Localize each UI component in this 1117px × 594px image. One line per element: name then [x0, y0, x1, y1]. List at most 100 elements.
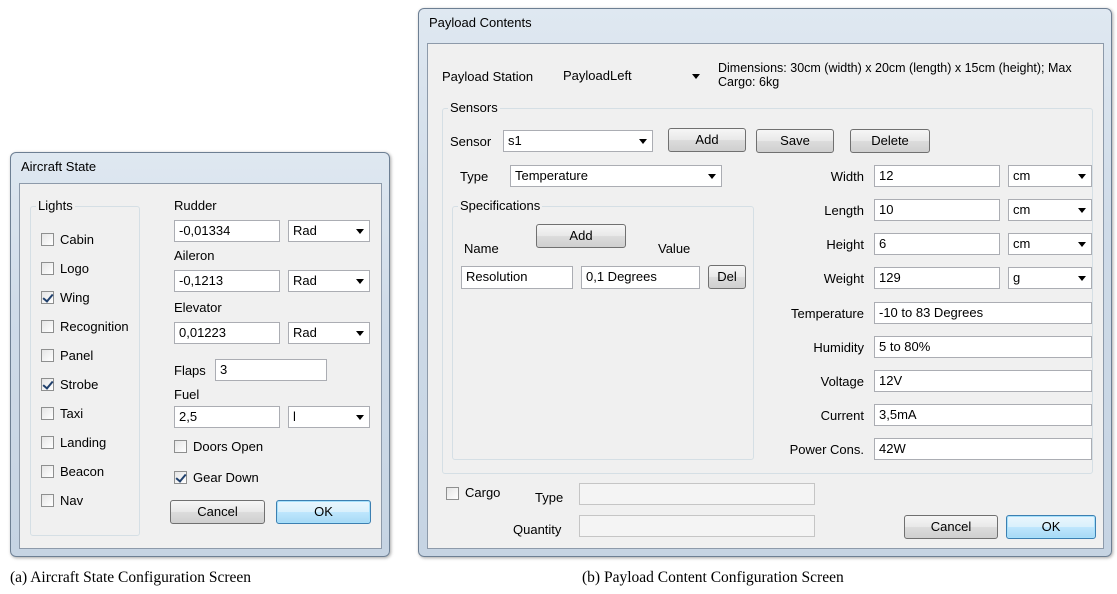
- payload-station-select[interactable]: PayloadLeft: [558, 65, 706, 87]
- light-recognition-label: Recognition: [60, 319, 129, 334]
- sensors-group-label: Sensors: [448, 100, 500, 115]
- height-input[interactable]: 6: [874, 233, 1000, 255]
- elevator-unit-select[interactable]: Rad: [288, 322, 370, 344]
- light-cabin-checkbox[interactable]: [41, 233, 54, 246]
- temperature-label: Temperature: [791, 306, 864, 321]
- payload-station-value: PayloadLeft: [563, 68, 632, 83]
- type-select[interactable]: Temperature: [510, 165, 722, 187]
- width-unit-value: cm: [1013, 168, 1031, 183]
- cargo-quantity-label: Quantity: [513, 522, 562, 537]
- light-beacon-checkbox[interactable]: [41, 465, 54, 478]
- fuel-unit-value: l: [293, 409, 296, 424]
- light-panel-checkbox[interactable]: [41, 349, 54, 362]
- sensor-label: Sensor: [450, 134, 492, 149]
- height-unit-select[interactable]: cm: [1008, 233, 1092, 255]
- chevron-down-icon: [356, 229, 364, 234]
- rudder-input[interactable]: -0,01334: [174, 220, 280, 242]
- elevator-unit-value: Rad: [293, 325, 317, 340]
- aileron-unit-select[interactable]: Rad: [288, 270, 370, 292]
- flaps-label: Flaps: [174, 363, 206, 378]
- voltage-label: Voltage: [820, 374, 864, 389]
- width-unit-select[interactable]: cm: [1008, 165, 1092, 187]
- chevron-down-icon: [639, 139, 647, 144]
- length-unit-select[interactable]: cm: [1008, 199, 1092, 221]
- aileron-label: Aileron: [174, 248, 215, 263]
- spec-name-header: Name: [464, 241, 499, 256]
- type-label: Type: [460, 169, 489, 184]
- type-value: Temperature: [515, 168, 588, 183]
- light-recognition-checkbox[interactable]: [41, 320, 54, 333]
- rudder-unit-select[interactable]: Rad: [288, 220, 370, 242]
- chevron-down-icon: [692, 74, 700, 79]
- window-title: Aircraft State: [21, 159, 97, 174]
- cargo-type-label: Type: [535, 490, 564, 505]
- height-label: Height: [826, 237, 864, 252]
- cargo-type-input[interactable]: [579, 483, 815, 505]
- power-cons-input[interactable]: 42W: [874, 438, 1092, 460]
- sensor-select[interactable]: s1: [503, 130, 653, 152]
- spec-value-header: Value: [658, 241, 691, 256]
- light-strobe-checkbox[interactable]: [41, 378, 54, 391]
- doors-open-checkbox[interactable]: [174, 440, 187, 453]
- cargo-quantity-input[interactable]: [579, 515, 815, 537]
- aircraft-state-window: Aircraft State Lights Cabin Logo Wing Recog…: [10, 152, 390, 557]
- width-label: Width: [830, 169, 864, 184]
- weight-input[interactable]: 129: [874, 267, 1000, 289]
- cancel-button[interactable]: Cancel: [904, 515, 998, 539]
- light-taxi-label: Taxi: [60, 406, 84, 421]
- payload-contents-client: Payload Station PayloadLeft Dimensions: …: [427, 43, 1104, 549]
- rudder-unit-value: Rad: [293, 223, 317, 238]
- length-input[interactable]: 10: [874, 199, 1000, 221]
- light-cabin-label: Cabin: [60, 232, 94, 247]
- temperature-input[interactable]: -10 to 83 Degrees: [874, 302, 1092, 324]
- light-landing-checkbox[interactable]: [41, 436, 54, 449]
- caption-b: (b) Payload Content Configuration Screen: [582, 569, 844, 586]
- fuel-unit-select[interactable]: l: [288, 406, 370, 428]
- payload-station-label: Payload Station: [442, 69, 534, 84]
- spec-value-input[interactable]: 0,1 Degrees: [581, 266, 700, 289]
- power-cons-label: Power Cons.: [789, 442, 864, 457]
- current-label: Current: [820, 408, 864, 423]
- elevator-input[interactable]: 0,01223: [174, 322, 280, 344]
- save-button[interactable]: Save: [756, 129, 834, 153]
- light-wing-checkbox[interactable]: [41, 291, 54, 304]
- humidity-label: Humidity: [813, 340, 864, 355]
- payload-contents-window: Payload Contents Payload Station Payload…: [418, 8, 1112, 557]
- add-specification-button[interactable]: Add: [536, 224, 626, 248]
- lights-group: [30, 206, 140, 536]
- light-nav-checkbox[interactable]: [41, 494, 54, 507]
- length-unit-value: cm: [1013, 202, 1031, 217]
- chevron-down-icon: [1078, 174, 1086, 179]
- ok-button[interactable]: OK: [276, 500, 371, 524]
- lights-group-label: Lights: [36, 198, 75, 213]
- light-strobe-label: Strobe: [60, 377, 99, 392]
- aileron-input[interactable]: -0,1213: [174, 270, 280, 292]
- height-unit-value: cm: [1013, 236, 1031, 251]
- dimensions-text-cont: Cargo: 6kg: [718, 75, 780, 89]
- cancel-button[interactable]: Cancel: [170, 500, 265, 524]
- chevron-down-icon: [1078, 208, 1086, 213]
- light-logo-checkbox[interactable]: [41, 262, 54, 275]
- voltage-input[interactable]: 12V: [874, 370, 1092, 392]
- cargo-checkbox[interactable]: [446, 487, 459, 500]
- delete-specification-button[interactable]: Del: [708, 265, 746, 289]
- light-beacon-label: Beacon: [60, 464, 105, 479]
- chevron-down-icon: [356, 279, 364, 284]
- add-sensor-button[interactable]: Add: [668, 128, 746, 152]
- light-taxi-checkbox[interactable]: [41, 407, 54, 420]
- width-input[interactable]: 12: [874, 165, 1000, 187]
- specifications-group-label: Specifications: [458, 198, 543, 213]
- current-input[interactable]: 3,5mA: [874, 404, 1092, 426]
- delete-button[interactable]: Delete: [850, 129, 930, 153]
- fuel-input[interactable]: 2,5: [174, 406, 280, 428]
- light-panel-label: Panel: [60, 348, 94, 363]
- ok-button[interactable]: OK: [1006, 515, 1096, 539]
- spec-name-input[interactable]: Resolution: [461, 266, 573, 289]
- humidity-input[interactable]: 5 to 80%: [874, 336, 1092, 358]
- weight-unit-select[interactable]: g: [1008, 267, 1092, 289]
- flaps-input[interactable]: 3: [215, 359, 327, 381]
- gear-down-label: Gear Down: [193, 470, 259, 485]
- gear-down-checkbox[interactable]: [174, 471, 187, 484]
- dimensions-text: Dimensions: 30cm (width) x 20cm (length)…: [718, 61, 1072, 75]
- light-logo-label: Logo: [60, 261, 89, 276]
